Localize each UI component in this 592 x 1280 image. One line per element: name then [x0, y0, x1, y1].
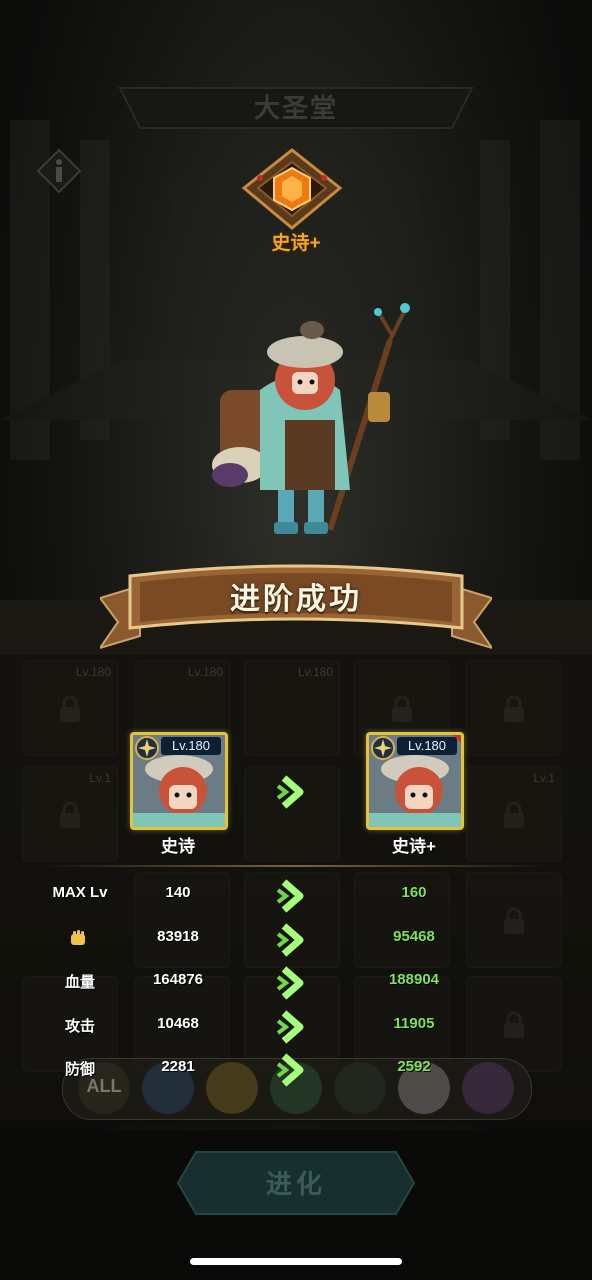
home-indicator[interactable] — [190, 1258, 402, 1265]
arrow-right-icon — [276, 923, 304, 957]
star-badge-icon — [371, 736, 395, 760]
arrow-right-icon — [276, 966, 304, 1000]
rarity-before: 史诗 — [161, 837, 195, 856]
hero-character — [212, 303, 410, 534]
stat-old-defense: 2281 — [161, 1058, 195, 1075]
success-banner-text: 进阶成功 — [230, 583, 362, 616]
star-badge-icon — [135, 736, 159, 760]
arrow-right-icon — [276, 879, 304, 913]
hero-level-tag: Lv.180 — [161, 737, 221, 755]
divider — [40, 865, 552, 867]
stat-old-attack: 10468 — [157, 1015, 199, 1032]
stat-label-hp: 血量 — [64, 974, 95, 991]
arrow-right-icon — [276, 1010, 304, 1044]
rarity-after: 史诗+ — [392, 837, 436, 856]
rank-emblem-icon — [241, 148, 343, 230]
stat-old-hp: 164876 — [152, 971, 204, 988]
arrow-right-icon — [276, 1053, 304, 1087]
stat-new-power: 95468 — [393, 928, 435, 945]
page-title: 大圣堂 — [253, 93, 338, 123]
hero-level-tag: Lv.180 — [397, 737, 457, 755]
evolve-button-label: 进化 — [265, 1169, 326, 1199]
stat-label-attack: 攻击 — [64, 1018, 95, 1035]
hero-card-after: Lv.180 — [366, 732, 464, 830]
stat-label-max-lv: MAX Lv — [52, 884, 108, 901]
arrow-right-icon — [276, 775, 304, 809]
filter-all-label: ALL — [86, 1076, 122, 1096]
stat-new-attack: 11905 — [393, 1015, 435, 1032]
stat-new-max-lv: 160 — [401, 884, 427, 901]
hero-card-before: Lv.180 — [130, 732, 228, 830]
info-icon[interactable] — [36, 148, 82, 194]
power-fist-icon — [71, 930, 85, 945]
stat-new-defense: 2592 — [397, 1058, 431, 1075]
filter-void-icon[interactable] — [462, 1062, 514, 1114]
stat-old-max-lv: 140 — [165, 884, 191, 901]
stat-label-defense: 防御 — [64, 1061, 95, 1078]
stat-old-power: 83918 — [157, 928, 199, 945]
stat-new-hp: 188904 — [388, 971, 440, 988]
rank-badge-label: 史诗+ — [271, 233, 321, 254]
